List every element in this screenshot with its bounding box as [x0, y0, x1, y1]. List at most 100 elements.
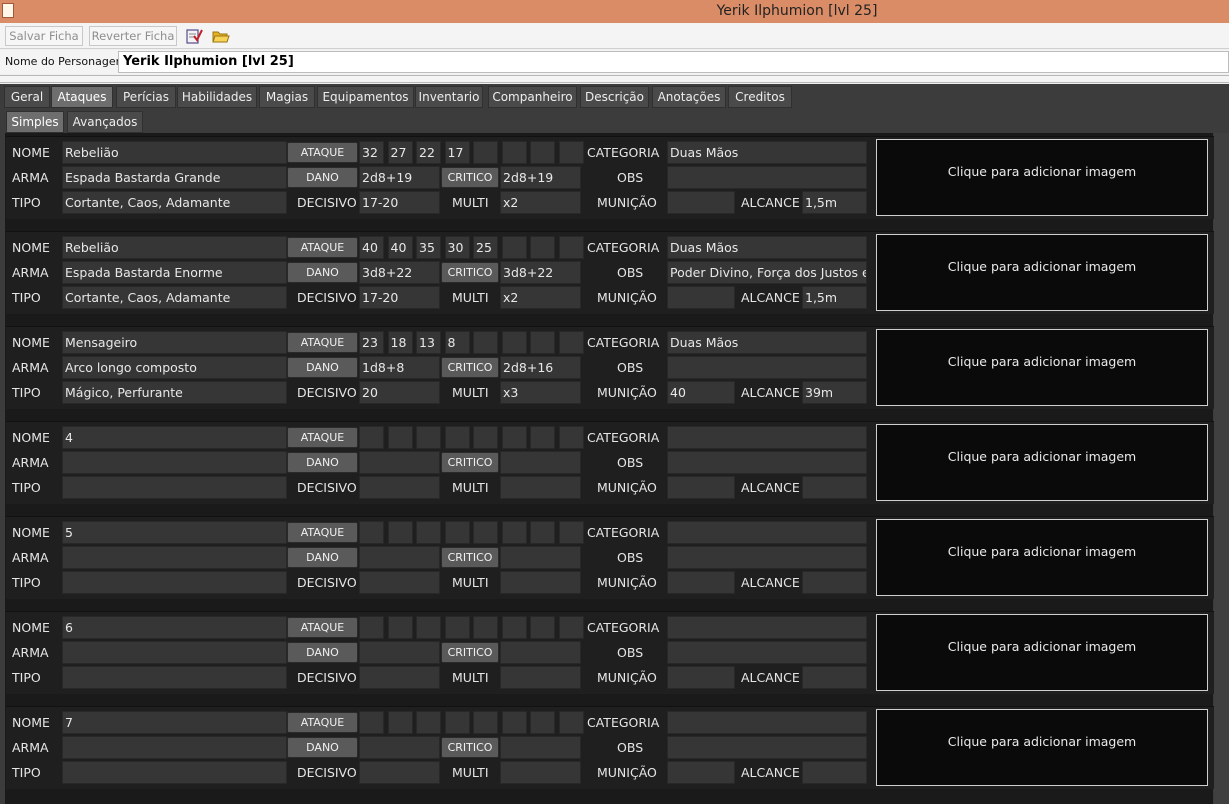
alcance-field[interactable]: 1,5m: [802, 286, 867, 309]
multi-field[interactable]: [500, 571, 581, 594]
attack-bonus-field[interactable]: [558, 331, 584, 354]
dano-button[interactable]: DANO: [287, 357, 358, 378]
multi-field[interactable]: x2: [500, 286, 581, 309]
dano-field[interactable]: 3d8+22: [359, 261, 440, 284]
critico-button[interactable]: CRITICO: [441, 452, 499, 473]
attack-bonus-field[interactable]: [473, 616, 498, 639]
dano-field[interactable]: [359, 451, 440, 474]
critico-field[interactable]: [500, 641, 581, 664]
attack-bonus-field[interactable]: [473, 711, 498, 734]
alcance-field[interactable]: [802, 666, 867, 689]
attack-bonus-field[interactable]: [501, 141, 527, 164]
attack-bonus-field[interactable]: [558, 141, 584, 164]
nome-field[interactable]: Mensageiro: [62, 331, 287, 354]
attack-bonus-field[interactable]: [444, 521, 470, 544]
obs-field[interactable]: [667, 736, 867, 759]
attack-bonus-field[interactable]: [501, 426, 527, 449]
tab-magias[interactable]: Magias: [259, 86, 315, 108]
attack-bonus-field[interactable]: [387, 521, 413, 544]
attack-bonus-field[interactable]: [530, 141, 555, 164]
ataque-button[interactable]: ATAQUE: [287, 142, 358, 163]
attack-bonus-field[interactable]: 23: [359, 331, 384, 354]
subtab-avancados[interactable]: Avançados: [67, 111, 143, 133]
multi-field[interactable]: [500, 761, 581, 784]
tab-inventario[interactable]: Inventario: [415, 86, 483, 108]
tab-creditos[interactable]: Creditos: [728, 86, 792, 108]
attack-bonus-field[interactable]: [558, 616, 584, 639]
critico-field[interactable]: 2d8+19: [500, 166, 581, 189]
ataque-button[interactable]: ATAQUE: [287, 427, 358, 448]
tipo-field[interactable]: Cortante, Caos, Adamante: [62, 286, 287, 309]
critico-field[interactable]: 3d8+22: [500, 261, 581, 284]
attack-bonus-field[interactable]: 27: [387, 141, 413, 164]
attack-bonus-field[interactable]: [416, 521, 441, 544]
attack-bonus-field[interactable]: 35: [416, 236, 441, 259]
tab-ataques[interactable]: Ataques: [51, 86, 113, 108]
attack-bonus-field[interactable]: [558, 711, 584, 734]
multi-field[interactable]: [500, 666, 581, 689]
obs-field[interactable]: Poder Divino, Força dos Justos e V: [667, 261, 867, 284]
attack-bonus-field[interactable]: [387, 711, 413, 734]
ataque-button[interactable]: ATAQUE: [287, 237, 358, 258]
attack-bonus-field[interactable]: [530, 711, 555, 734]
attack-bonus-field[interactable]: [558, 521, 584, 544]
municao-field[interactable]: [667, 761, 735, 784]
arma-field[interactable]: Arco longo composto: [62, 356, 287, 379]
nome-field[interactable]: Rebelião: [62, 141, 287, 164]
ataque-button[interactable]: ATAQUE: [287, 332, 358, 353]
critico-button[interactable]: CRITICO: [441, 262, 499, 283]
arma-field[interactable]: [62, 736, 287, 759]
notebook-check-icon[interactable]: [185, 27, 203, 45]
critico-field[interactable]: [500, 546, 581, 569]
categoria-field[interactable]: Duas Mãos: [667, 236, 867, 259]
categoria-field[interactable]: [667, 616, 867, 639]
critico-button[interactable]: CRITICO: [441, 167, 499, 188]
categoria-field[interactable]: [667, 426, 867, 449]
critico-button[interactable]: CRITICO: [441, 642, 499, 663]
municao-field[interactable]: 40: [667, 381, 735, 404]
ataque-button[interactable]: ATAQUE: [287, 617, 358, 638]
categoria-field[interactable]: [667, 711, 867, 734]
municao-field[interactable]: [667, 476, 735, 499]
alcance-field[interactable]: 1,5m: [802, 191, 867, 214]
attack-bonus-field[interactable]: [444, 426, 470, 449]
categoria-field[interactable]: Duas Mãos: [667, 141, 867, 164]
attack-bonus-field[interactable]: [359, 711, 384, 734]
image-placeholder[interactable]: Clique para adicionar imagem: [876, 234, 1208, 311]
obs-field[interactable]: [667, 546, 867, 569]
multi-field[interactable]: [500, 476, 581, 499]
ataque-button[interactable]: ATAQUE: [287, 522, 358, 543]
attack-bonus-field[interactable]: [501, 331, 527, 354]
multi-field[interactable]: x3: [500, 381, 581, 404]
critico-button[interactable]: CRITICO: [441, 737, 499, 758]
attack-bonus-field[interactable]: [558, 236, 584, 259]
critico-field[interactable]: 2d8+16: [500, 356, 581, 379]
dano-field[interactable]: 1d8+8: [359, 356, 440, 379]
image-placeholder[interactable]: Clique para adicionar imagem: [876, 424, 1208, 501]
tab-equipamentos[interactable]: Equipamentos: [317, 86, 414, 108]
tipo-field[interactable]: [62, 761, 287, 784]
attack-bonus-field[interactable]: [530, 331, 555, 354]
arma-field[interactable]: Espada Bastarda Grande: [62, 166, 287, 189]
nome-field[interactable]: 7: [62, 711, 287, 734]
attack-bonus-field[interactable]: [387, 616, 413, 639]
critico-field[interactable]: [500, 736, 581, 759]
nome-field[interactable]: Rebelião: [62, 236, 287, 259]
image-placeholder[interactable]: Clique para adicionar imagem: [876, 519, 1208, 596]
attack-bonus-field[interactable]: [473, 331, 498, 354]
obs-field[interactable]: [667, 451, 867, 474]
ataque-button[interactable]: ATAQUE: [287, 712, 358, 733]
tab-pericias[interactable]: Perícias: [116, 86, 176, 108]
tab-habilidades[interactable]: Habilidades: [177, 86, 257, 108]
alcance-field[interactable]: [802, 476, 867, 499]
attack-bonus-field[interactable]: [473, 521, 498, 544]
nome-field[interactable]: 6: [62, 616, 287, 639]
image-placeholder[interactable]: Clique para adicionar imagem: [876, 614, 1208, 691]
attack-bonus-field[interactable]: [558, 426, 584, 449]
categoria-field[interactable]: Duas Mãos: [667, 331, 867, 354]
critico-field[interactable]: [500, 451, 581, 474]
dano-field[interactable]: [359, 641, 440, 664]
attack-bonus-field[interactable]: 40: [359, 236, 384, 259]
obs-field[interactable]: [667, 641, 867, 664]
dano-button[interactable]: DANO: [287, 547, 358, 568]
